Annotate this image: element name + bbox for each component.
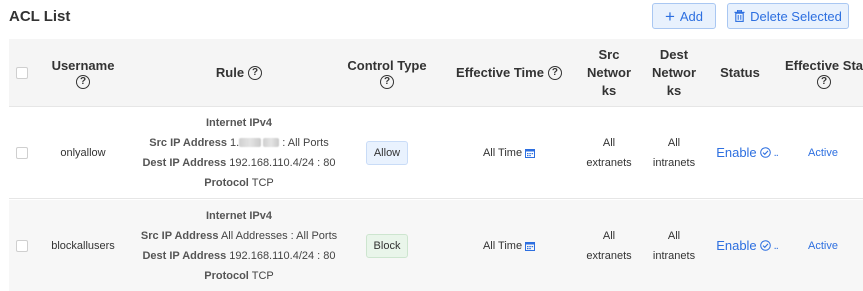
control-type-tag: Block (365, 233, 409, 258)
username-cell: blockallusers (51, 239, 115, 252)
help-icon[interactable]: ? (76, 74, 90, 89)
rule-protocol-label: Protocol (204, 269, 249, 282)
status-cell: Enable .. (711, 107, 783, 198)
page-title: ACL List (9, 8, 71, 25)
column-status[interactable]: Status (711, 39, 769, 106)
column-effective-status-label: Effective Sta (784, 57, 863, 73)
check-circle-icon (759, 240, 771, 251)
dest-networks-line1: All (667, 229, 681, 242)
add-button-label: Add (679, 8, 704, 24)
src-networks-cell: All extranets (581, 107, 637, 198)
rule-src-value: All Addresses : All Ports (220, 229, 338, 242)
select-all-checkbox[interactable] (16, 66, 28, 79)
calendar-icon[interactable] (525, 241, 536, 251)
rule-cell: Internet IPv4 Src IP Address 1. : All Po… (119, 107, 359, 198)
help-icon[interactable]: ? (817, 74, 831, 89)
delete-selected-button[interactable]: Delete Selected (727, 3, 849, 29)
status-value: Enable (716, 145, 757, 160)
rule-cell: Internet IPv4 Src IP Address All Address… (119, 200, 359, 291)
src-networks-line1: All (602, 229, 616, 242)
status-more: .. (773, 239, 779, 252)
table-row: onlyallow Internet IPv4 Src IP Address 1… (9, 107, 863, 199)
check-circle-icon (759, 147, 771, 158)
plus-icon: + (664, 6, 675, 26)
calendar-icon[interactable] (525, 148, 536, 158)
status-value: Enable (716, 238, 757, 253)
effective-status-value: Active (808, 146, 838, 159)
username-cell: onlyallow (60, 146, 106, 159)
status-more: .. (773, 146, 779, 159)
column-dest-networks-line3: ks (666, 82, 682, 98)
status-cell: Enable .. (711, 200, 783, 291)
dest-networks-line2: intranets (652, 156, 696, 169)
delete-selected-label: Delete Selected (750, 8, 842, 24)
effective-status-cell: Active (779, 200, 863, 291)
src-networks-cell: All extranets (581, 200, 637, 291)
rule-protocol-value: TCP (251, 269, 274, 282)
rule-dest-label: Dest IP Address (142, 249, 227, 262)
rule-internet-label: Internet IPv4 (205, 209, 273, 222)
column-src-networks-line2: Networ (586, 64, 632, 80)
rule-protocol-value: TCP (251, 176, 274, 189)
dest-networks-line1: All (667, 136, 681, 149)
table-row: blockallusers Internet IPv4 Src IP Addre… (9, 200, 863, 291)
column-status-label: Status (720, 64, 760, 80)
rule-protocol-label: Protocol (204, 176, 249, 189)
rule-src-label: Src IP Address (149, 136, 227, 149)
redacted-ip-blur (239, 138, 262, 148)
rule-dest-value: 192.168.110.4/24 : 80 (229, 156, 336, 169)
dest-networks-line2: intranets (652, 249, 696, 262)
rule-src-label: Src IP Address (140, 229, 219, 242)
column-control-type[interactable]: Control Type ? (343, 39, 431, 106)
column-src-networks[interactable]: Src Networ ks (581, 39, 637, 106)
help-icon[interactable]: ? (248, 65, 263, 80)
rule-dest-label: Dest IP Address (142, 156, 227, 169)
effective-status-value: Active (808, 239, 838, 252)
row-select-cell (9, 200, 35, 291)
column-dest-networks[interactable]: Dest Networ ks (645, 39, 703, 106)
control-type-cell: Block (343, 200, 431, 291)
effective-time-cell: All Time (449, 200, 569, 291)
row-checkbox[interactable] (16, 239, 28, 252)
column-src-networks-line1: Src (598, 46, 620, 62)
column-username[interactable]: Username ? (45, 39, 121, 106)
column-control-type-label: Control Type (347, 57, 427, 73)
control-type-tag: Allow (365, 140, 409, 165)
rule-dest-value: 192.168.110.4/24 : 80 (229, 249, 336, 262)
column-src-networks-line3: ks (601, 82, 617, 98)
src-networks-line2: extranets (586, 156, 632, 169)
column-effective-status[interactable]: Effective Sta ? (779, 39, 863, 106)
row-checkbox[interactable] (16, 146, 28, 159)
effective-time-value: All Time (482, 239, 523, 252)
control-type-cell: Allow (343, 107, 431, 198)
effective-time-cell: All Time (449, 107, 569, 198)
rule-src-value-suffix: : All Ports (282, 136, 329, 149)
row-select-cell (9, 107, 35, 198)
column-effective-time[interactable]: Effective Time ? (449, 39, 569, 106)
dest-networks-cell: All intranets (645, 200, 703, 291)
redacted-ip-blur (263, 138, 280, 148)
effective-status-cell: Active (779, 107, 863, 198)
src-networks-line2: extranets (586, 249, 632, 262)
trash-icon (734, 10, 745, 22)
status-link[interactable]: Enable .. (716, 145, 779, 160)
acl-table: Username ? Rule ? Control Type ? Effecti… (9, 39, 863, 291)
column-dest-networks-line1: Dest (659, 46, 689, 62)
table-header: Username ? Rule ? Control Type ? Effecti… (9, 39, 863, 107)
help-icon[interactable]: ? (380, 74, 394, 89)
rule-internet-label: Internet IPv4 (205, 116, 273, 129)
effective-time-value: All Time (482, 146, 523, 159)
src-networks-line1: All (602, 136, 616, 149)
rule-src-value-prefix: 1. (230, 136, 240, 149)
add-button[interactable]: + Add (652, 3, 716, 29)
dest-networks-cell: All intranets (645, 107, 703, 198)
column-rule-label: Rule (215, 64, 245, 80)
column-username-label: Username (51, 57, 115, 73)
column-dest-networks-line2: Networ (651, 64, 697, 80)
column-effective-time-label: Effective Time (456, 64, 544, 80)
help-icon[interactable]: ? (547, 65, 562, 80)
select-all-cell (9, 39, 35, 106)
column-rule[interactable]: Rule ? (159, 39, 319, 106)
status-link[interactable]: Enable .. (716, 238, 779, 253)
